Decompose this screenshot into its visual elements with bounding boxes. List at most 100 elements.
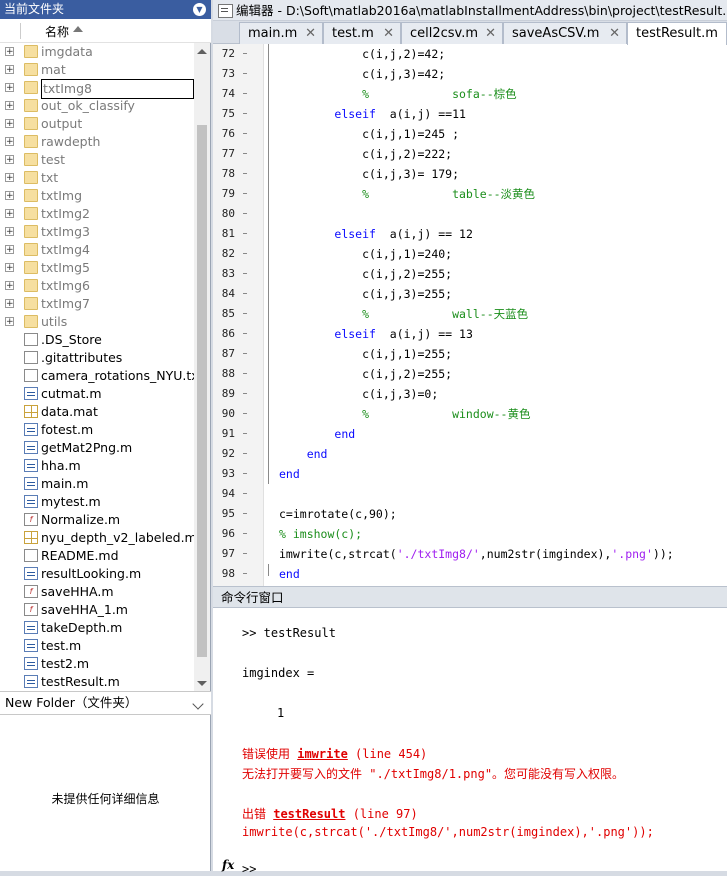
code-line[interactable]: 87 c(i,j,1)=255;: [213, 344, 727, 364]
rename-input[interactable]: txtImg8: [41, 79, 194, 99]
tab-saveAsCSV[interactable]: saveAsCSV.m ✕: [503, 22, 627, 44]
tab-cell2csv[interactable]: cell2csv.m ✕: [401, 22, 503, 44]
folder-item[interactable]: + txtImg6: [0, 277, 194, 295]
breakpoint-marker[interactable]: [243, 213, 247, 214]
imwrite-link[interactable]: imwrite: [297, 747, 348, 761]
folder-item[interactable]: + output: [0, 115, 194, 133]
code-line[interactable]: 80: [213, 204, 727, 224]
expand-icon[interactable]: +: [5, 263, 14, 273]
command-prompt[interactable]: >>: [242, 862, 256, 876]
file-item[interactable]: README.md: [0, 547, 194, 565]
file-item[interactable]: hha.m: [0, 457, 194, 475]
code-line[interactable]: 95 c=imrotate(c,90);: [213, 504, 727, 524]
file-item[interactable]: f saveHHA_1.m: [0, 601, 194, 619]
file-item[interactable]: f saveHHA.m: [0, 583, 194, 601]
code-line[interactable]: 94: [213, 484, 727, 504]
expand-icon[interactable]: +: [5, 137, 14, 147]
tab-test[interactable]: test.m ✕: [323, 22, 401, 44]
code-line[interactable]: 88 c(i,j,2)=255;: [213, 364, 727, 384]
file-item[interactable]: nyu_depth_v2_labeled.mat: [0, 529, 194, 547]
file-item[interactable]: camera_rotations_NYU.txt: [0, 367, 194, 385]
close-icon[interactable]: ✕: [485, 23, 496, 45]
close-icon[interactable]: ✕: [305, 23, 316, 45]
folder-item[interactable]: + rawdepth: [0, 133, 194, 151]
code-line[interactable]: 91 end: [213, 424, 727, 444]
code-line[interactable]: 97 imwrite(c,strcat('./txtImg8/',num2str(…: [213, 544, 727, 564]
breakpoint-marker[interactable]: [243, 513, 247, 514]
file-item[interactable]: resultLooking.m: [0, 565, 194, 583]
breakpoint-marker[interactable]: [243, 413, 247, 414]
code-line[interactable]: 84 c(i,j,3)=255;: [213, 284, 727, 304]
expand-icon[interactable]: +: [5, 317, 14, 327]
breakpoint-marker[interactable]: [243, 433, 247, 434]
file-item[interactable]: data.mat: [0, 403, 194, 421]
code-line[interactable]: 92 end: [213, 444, 727, 464]
scroll-down-icon[interactable]: [197, 681, 207, 686]
code-line[interactable]: 81 elseif a(i,j) == 12: [213, 224, 727, 244]
scroll-up-icon[interactable]: [197, 49, 207, 54]
breakpoint-marker[interactable]: [243, 73, 247, 74]
file-item[interactable]: f Normalize.m: [0, 511, 194, 529]
file-item[interactable]: testResult.m: [0, 673, 194, 691]
expand-icon[interactable]: +: [5, 83, 14, 93]
chevron-down-icon[interactable]: [192, 698, 204, 710]
details-header[interactable]: New Folder（文件夹）: [0, 691, 211, 715]
folder-item[interactable]: + txtImg5: [0, 259, 194, 277]
breakpoint-marker[interactable]: [243, 393, 247, 394]
breakpoint-marker[interactable]: [243, 53, 247, 54]
breakpoint-marker[interactable]: [243, 353, 247, 354]
folder-item[interactable]: + txtImg: [0, 187, 194, 205]
column-header[interactable]: 名称: [0, 19, 211, 43]
breakpoint-marker[interactable]: [243, 473, 247, 474]
name-column-label[interactable]: 名称: [45, 23, 69, 40]
folder-item[interactable]: + mat: [0, 61, 194, 79]
code-line[interactable]: 78 c(i,j,3)= 179;: [213, 164, 727, 184]
code-line[interactable]: 86 elseif a(i,j) == 13: [213, 324, 727, 344]
folder-item[interactable]: + txtImg7: [0, 295, 194, 313]
code-area[interactable]: 72 c(i,j,2)=42; 73 c(i,j,3)=42; 74 % sofa-…: [213, 44, 727, 586]
expand-icon[interactable]: +: [5, 47, 14, 57]
code-line[interactable]: 74 % sofa--棕色: [213, 84, 727, 104]
tab-testResult[interactable]: testResult.m: [627, 22, 727, 45]
breakpoint-marker[interactable]: [243, 533, 247, 534]
breakpoint-marker[interactable]: [243, 253, 247, 254]
close-icon[interactable]: ✕: [609, 23, 620, 45]
breakpoint-marker[interactable]: [243, 293, 247, 294]
testresult-link[interactable]: testResult: [273, 807, 345, 821]
breakpoint-marker[interactable]: [243, 193, 247, 194]
breakpoint-marker[interactable]: [243, 493, 247, 494]
code-line[interactable]: 72 c(i,j,2)=42;: [213, 44, 727, 64]
expand-icon[interactable]: +: [5, 227, 14, 237]
file-item[interactable]: test.m: [0, 637, 194, 655]
file-item[interactable]: .DS_Store: [0, 331, 194, 349]
expand-icon[interactable]: +: [5, 245, 14, 255]
breakpoint-marker[interactable]: [243, 553, 247, 554]
breakpoint-marker[interactable]: [243, 373, 247, 374]
file-item[interactable]: main.m: [0, 475, 194, 493]
code-line[interactable]: 82 c(i,j,1)=240;: [213, 244, 727, 264]
file-item[interactable]: cutmat.m: [0, 385, 194, 403]
file-list-scrollbar[interactable]: [194, 43, 210, 691]
breakpoint-marker[interactable]: [243, 113, 247, 114]
code-line[interactable]: 75 elseif a(i,j) ==11: [213, 104, 727, 124]
folder-item[interactable]: + out_ok_classify: [0, 97, 194, 115]
code-line[interactable]: 73 c(i,j,3)=42;: [213, 64, 727, 84]
code-line[interactable]: 85 % wall--天蓝色: [213, 304, 727, 324]
code-line[interactable]: 79 % table--淡黄色: [213, 184, 727, 204]
file-item[interactable]: takeDepth.m: [0, 619, 194, 637]
panel-actions-icon[interactable]: ▼: [193, 3, 206, 16]
folder-item[interactable]: + imgdata: [0, 43, 194, 61]
expand-icon[interactable]: +: [5, 299, 14, 309]
breakpoint-marker[interactable]: [243, 313, 247, 314]
breakpoint-marker[interactable]: [243, 93, 247, 94]
expand-icon[interactable]: +: [5, 209, 14, 219]
tab-main[interactable]: main.m ✕: [239, 22, 323, 44]
code-line[interactable]: 83 c(i,j,2)=255;: [213, 264, 727, 284]
code-line[interactable]: 93 end: [213, 464, 727, 484]
code-line[interactable]: 90 % window--黄色: [213, 404, 727, 424]
folder-item[interactable]: + txt: [0, 169, 194, 187]
folder-item[interactable]: + txtImg8: [0, 79, 194, 99]
breakpoint-marker[interactable]: [243, 333, 247, 334]
file-item[interactable]: .gitattributes: [0, 349, 194, 367]
folder-item[interactable]: + utils: [0, 313, 194, 331]
